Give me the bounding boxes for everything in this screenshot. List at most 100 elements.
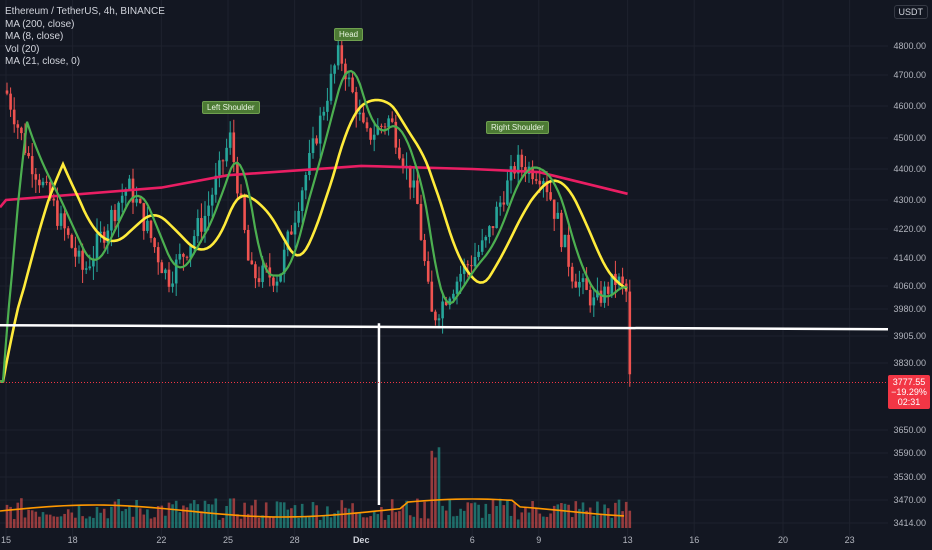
volume-bar [542,516,545,528]
candle-body [250,260,254,265]
volume-bar [102,508,106,528]
candle-body [556,212,560,219]
volume-bar [275,501,279,528]
price-axis-bg [888,0,932,550]
volume-bar [477,504,480,528]
volume-bar [95,507,99,528]
candle-body [419,203,423,240]
candle-body [549,192,552,200]
volume-bar [401,505,405,528]
candle-body [88,266,92,269]
volume-bar [603,504,606,528]
volume-bar [74,517,77,528]
candle-body [333,65,336,74]
time-tick-label: 23 [845,535,855,545]
indicator-volume[interactable]: Vol (20) [5,44,165,57]
candle-body [578,281,581,288]
candle-body [275,281,279,286]
right-shoulder-label[interactable]: Right Shoulder [486,121,549,134]
candle-body [416,180,419,204]
candle-body [304,174,308,191]
candle-body [203,215,207,232]
currency-label[interactable]: USDT [893,5,928,19]
left-shoulder-label[interactable]: Left Shoulder [202,101,260,114]
volume-bar [567,504,570,528]
volume-bar [45,514,48,528]
candle-body [178,253,182,260]
volume-bar [146,509,149,528]
volume-bar [16,502,20,528]
candle-body [225,147,228,162]
candle-body [592,297,596,306]
candle-body [387,118,390,128]
candle-body [408,165,412,188]
candle-body [588,289,592,306]
candle-body [398,147,401,159]
candle-body [412,180,416,188]
volume-bar [398,511,401,528]
candle-body [466,264,470,266]
candle-body [290,231,293,235]
volume-bar [329,517,333,528]
time-tick-label: 18 [68,535,78,545]
price-tick-label: 4220.00 [893,224,926,234]
volume-bar [12,519,16,528]
candle-body [567,234,570,267]
candle-body [300,190,304,211]
volume-bar [225,505,228,528]
volume-bar [588,507,592,528]
volume-bar [470,503,473,528]
candle-body [70,234,74,248]
head-label[interactable]: Head [334,28,364,41]
candle-body [297,210,300,223]
time-tick-label: 13 [623,535,633,545]
volume-bar [290,508,293,528]
time-tick-label: 22 [156,535,166,545]
volume-bar [171,504,174,528]
candle-body [84,268,88,270]
price-tick-label: 4140.00 [893,253,926,263]
price-tick-label: 4600.00 [893,101,926,111]
volume-bar [351,503,354,528]
candle-body [12,109,16,125]
candle-body [434,311,437,321]
volume-bar [387,514,390,528]
volume-bar [207,504,210,528]
price-tick-label: 3905.00 [893,331,926,341]
volume-bar [124,508,128,528]
candle-body [477,251,480,257]
candle-body [506,180,509,205]
candle-body [563,234,567,248]
candle-body [185,256,189,258]
chart-legend: Ethereum / TetherUS, 4h, BINANCE MA (200… [5,6,165,69]
volume-bar [23,517,27,528]
candle-body [9,93,12,110]
price-change: −19.29% [891,387,927,397]
volume-bar [142,514,146,528]
last-price: 3777.55 [892,377,926,387]
candle-body [362,112,365,123]
volume-bar [149,518,153,528]
candle-body [5,90,9,94]
volume-bar [304,516,308,528]
volume-bar [178,512,182,528]
candle-body [372,134,376,140]
time-tick-label: 28 [290,535,300,545]
candle-body [228,132,232,148]
candle-body [210,194,214,206]
indicator-ma21[interactable]: MA (21, close, 0) [5,56,165,69]
indicator-ma200[interactable]: MA (200, close) [5,19,165,32]
candle-body [182,253,185,257]
candle-body [20,127,23,134]
symbol-title[interactable]: Ethereum / TetherUS, 4h, BINANCE [5,6,165,19]
price-tick-label: 3650.00 [893,425,926,435]
candle-body [480,240,484,252]
candle-body [473,256,477,267]
price-chart[interactable]: 4800.00 4700.00 4600.00 4500.00 4400.00 4300.… [0,0,932,550]
volume-bar [502,505,506,528]
volume-bar [92,517,95,528]
indicator-ma8[interactable]: MA (8, close) [5,31,165,44]
candle-body [120,195,124,203]
volume-bar [394,512,398,528]
volume-bar [462,510,466,528]
